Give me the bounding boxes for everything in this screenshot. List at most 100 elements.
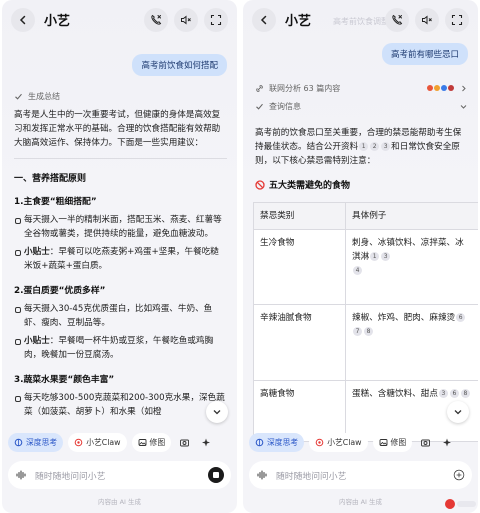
subheading-3: 3.蔬菜水果要“颜色丰富” [14,375,115,385]
citation-badge[interactable]: 2 [370,142,380,151]
chip-label: 修图 [390,437,407,447]
section-heading: 一、营养搭配原则 [14,174,87,184]
sparkle-icon [202,438,211,446]
camera-button[interactable] [417,433,434,452]
web-search-row[interactable]: 联网分析 63 篇内容 [255,80,468,96]
citation-badge[interactable]: 4 [353,266,362,275]
answer-content: 生成总结 高考是人生中的一次重要考试，但健康的身体是高效复习和发挥正常水平的基础… [14,88,227,419]
call-button[interactable] [144,8,168,32]
chevron-down-icon [213,410,221,415]
voice-wave-icon[interactable] [15,469,27,481]
phone-icon [151,14,162,25]
ai-disclaimer: 内容由 AI 生成 [98,498,141,506]
answer-content: 联网分析 63 篇内容 查询信息 高考前的饮食忌口至关重要，合理的禁忌能帮助考生… [255,80,468,191]
sparkle-button[interactable] [439,433,456,452]
chat-input-bar[interactable]: 随时随地问问小艺 [249,461,472,489]
chat-input[interactable]: 随时随地问问小艺 [276,469,445,482]
mute-button[interactable] [415,8,439,32]
chevron-down-icon [454,410,462,415]
page-title: 小艺 [285,14,312,29]
speaker-mute-icon [181,15,191,25]
scroll-down-button[interactable] [206,401,228,423]
user-message-bubble[interactable]: 高考前饮食如何搭配 [132,54,227,76]
citation-badge[interactable]: 7 [353,327,362,336]
claw-chip[interactable]: 小艺Claw [68,432,127,452]
section-heading: 五大类需避免的食物 [255,178,468,191]
citation-badge[interactable]: 6 [456,313,466,322]
fullscreen-button[interactable] [204,8,228,32]
phone-icon [392,14,403,25]
user-message-bubble[interactable]: 高考前有哪些忌口 [381,43,468,65]
brain-icon [255,438,264,446]
list-item: 每天摄入一半的精制米面，搭配玉米、燕麦、红薯等全谷物或薯类，提供持续的能量，避免… [14,213,227,241]
intro-text: 高考前的饮食忌口至关重要，合理的禁忌能帮助考生保持最佳状态。结合公开资料 1 2 3 和… [255,126,468,168]
edit-image-chip[interactable]: 修图 [131,432,172,452]
chat-input-bar[interactable]: 随时随地问问小艺 [8,461,231,489]
edit-image-chip[interactable]: 修图 [372,432,413,452]
claw-icon [74,438,83,446]
table-header-row: 禁忌类别 具体例子 [254,203,478,230]
list-item-tip: 小贴士：早餐可以吃燕麦粥+鸡蛋+坚果，午餐吃糙米饭+蔬菜+蛋白质。 [14,245,227,273]
query-info-row[interactable]: 查询信息 [255,98,468,114]
tip-text: ：早餐喝一杯牛奶或豆浆，午餐吃鱼或鸡胸肉，晚餐加一份豆腐汤。 [24,336,214,360]
chevron-left-icon [19,15,26,25]
header: 小艺 [2,0,237,44]
chip-label: 小艺Claw [86,437,121,447]
source-favicons [427,85,454,91]
food-taboo-table: 禁忌类别 具体例子 生冷食物 刺身、冰镇饮料、凉拌菜、冰淇淋 1 3 4 辛辣油腻食物… [253,202,478,442]
scroll-down-button[interactable] [447,401,469,423]
fullscreen-button[interactable] [445,8,469,32]
intro-text: 高考是人生中的一次重要考试，但健康的身体是高效复习和发挥正常水平的基础。合理的饮… [14,110,221,148]
camera-button[interactable] [176,433,193,452]
camera-icon [421,439,431,446]
call-button[interactable] [385,8,409,32]
list-item: 每天吃够300-500克蔬菜和200-300克水果，深色蔬菜（如菠菜、胡萝卜）和… [14,391,227,419]
speaker-mute-icon [422,15,432,25]
table-row: 辛辣油腻食物 辣椒、炸鸡、肥肉、麻辣烫 6 7 8 [254,305,478,381]
table-cell-examples: 辣椒、炸鸡、肥肉、麻辣烫 6 7 8 [346,305,478,380]
citation-badge[interactable]: 8 [364,327,373,336]
citation-badge[interactable]: 6 [449,389,459,398]
table-cell-category: 生冷食物 [254,230,346,304]
ai-disclaimer: 内容由 AI 生成 [339,498,382,506]
expand-icon [451,14,463,26]
list-item-tip: 小贴士：早餐喝一杯牛奶或豆浆，午餐吃鱼或鸡胸肉，晚餐加一份豆腐汤。 [14,334,227,362]
plus-icon[interactable] [453,469,465,481]
examples-text: 刺身、冰镇饮料、凉拌菜、冰淇淋 [352,238,464,262]
citation-badge[interactable]: 1 [359,142,369,151]
claw-chip[interactable]: 小艺Claw [309,432,368,452]
chat-input[interactable]: 随时随地问问小艺 [35,469,200,482]
screens: 小艺 高考前饮食如何搭配 生成总结 高考是人生中的一次重要考试，但健康的身体是高… [0,0,480,513]
citation-badge[interactable]: 1 [370,252,380,261]
table-header-cell: 禁忌类别 [254,203,346,229]
summary-toggle[interactable]: 生成总结 [14,88,227,104]
citation-badge[interactable]: 8 [460,389,470,398]
brain-icon [14,438,23,446]
voice-wave-icon[interactable] [256,469,268,481]
table-cell-category: 辛辣油腻食物 [254,305,346,380]
stop-generating-button[interactable] [208,467,224,483]
sparkle-button[interactable] [198,433,215,452]
stop-icon [213,472,219,478]
mute-button[interactable] [174,8,198,32]
expand-icon [210,14,222,26]
citation-badge[interactable]: 3 [381,252,391,261]
chat-screen-right: 小艺 高考前饮食调整建议 高考前有哪些忌口 联网分析 63 篇内容 查询信息 高… [243,0,478,513]
prohibited-icon [255,179,265,190]
subheading-2: 2.蛋白质要“优质多样” [14,286,106,296]
back-button[interactable] [252,8,276,32]
citation-badge[interactable]: 3 [381,142,391,151]
chat-screen-left: 小艺 高考前饮食如何搭配 生成总结 高考是人生中的一次重要考试，但健康的身体是高… [2,0,237,513]
chip-label: 小艺Claw [327,437,362,447]
chip-label: 深度思考 [267,437,299,447]
back-button[interactable] [11,8,35,32]
citation-badge[interactable]: 3 [438,389,448,398]
tip-label: 小贴士 [24,247,50,257]
link-icon [256,84,263,92]
deep-think-chip[interactable]: 深度思考 [8,432,64,452]
deep-think-chip[interactable]: 深度思考 [249,432,305,452]
section-heading-text: 五大类需避免的食物 [269,181,351,191]
site-watermark-icon [445,499,476,509]
page-title: 小艺 [44,14,71,29]
examples-text: 蛋糕、含糖饮料、甜点 [352,389,438,399]
